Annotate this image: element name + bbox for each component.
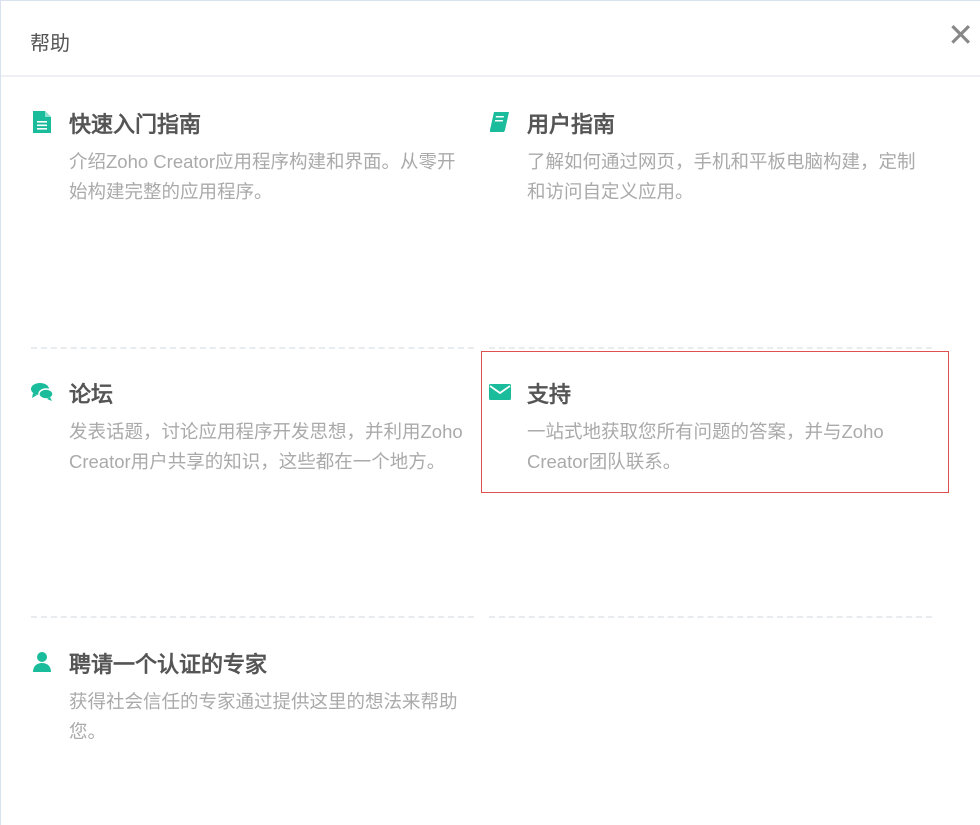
- dialog-header: 帮助 ✕: [1, 1, 980, 77]
- divider: [31, 616, 474, 618]
- highlight-box: [481, 351, 949, 493]
- book-icon: [490, 112, 509, 132]
- card-description: 了解如何通过网页，手机和平板电脑构建，定制和访问自定义应用。: [527, 151, 916, 202]
- card-title[interactable]: 聘请一个认证的专家: [69, 647, 267, 679]
- comments-icon: [31, 383, 53, 401]
- divider: [31, 347, 474, 349]
- card-title[interactable]: 用户指南: [527, 107, 615, 139]
- dialog-title: 帮助: [30, 33, 70, 55]
- close-icon[interactable]: ✕: [947, 19, 974, 51]
- card-title[interactable]: 快速入门指南: [69, 107, 201, 139]
- document-icon: [33, 111, 51, 133]
- card-description: 发表话题，讨论应用程序开发思想，并利用Zoho Creator用户共享的知识，这…: [69, 421, 463, 472]
- divider: [489, 616, 932, 618]
- divider: [489, 347, 932, 349]
- card-description: 介绍Zoho Creator应用程序构建和界面。从零开始构建完整的应用程序。: [69, 151, 456, 202]
- user-icon: [33, 652, 51, 672]
- card-title[interactable]: 论坛: [69, 377, 113, 409]
- card-description: 获得社会信任的专家通过提供这里的想法来帮助您。: [69, 691, 458, 742]
